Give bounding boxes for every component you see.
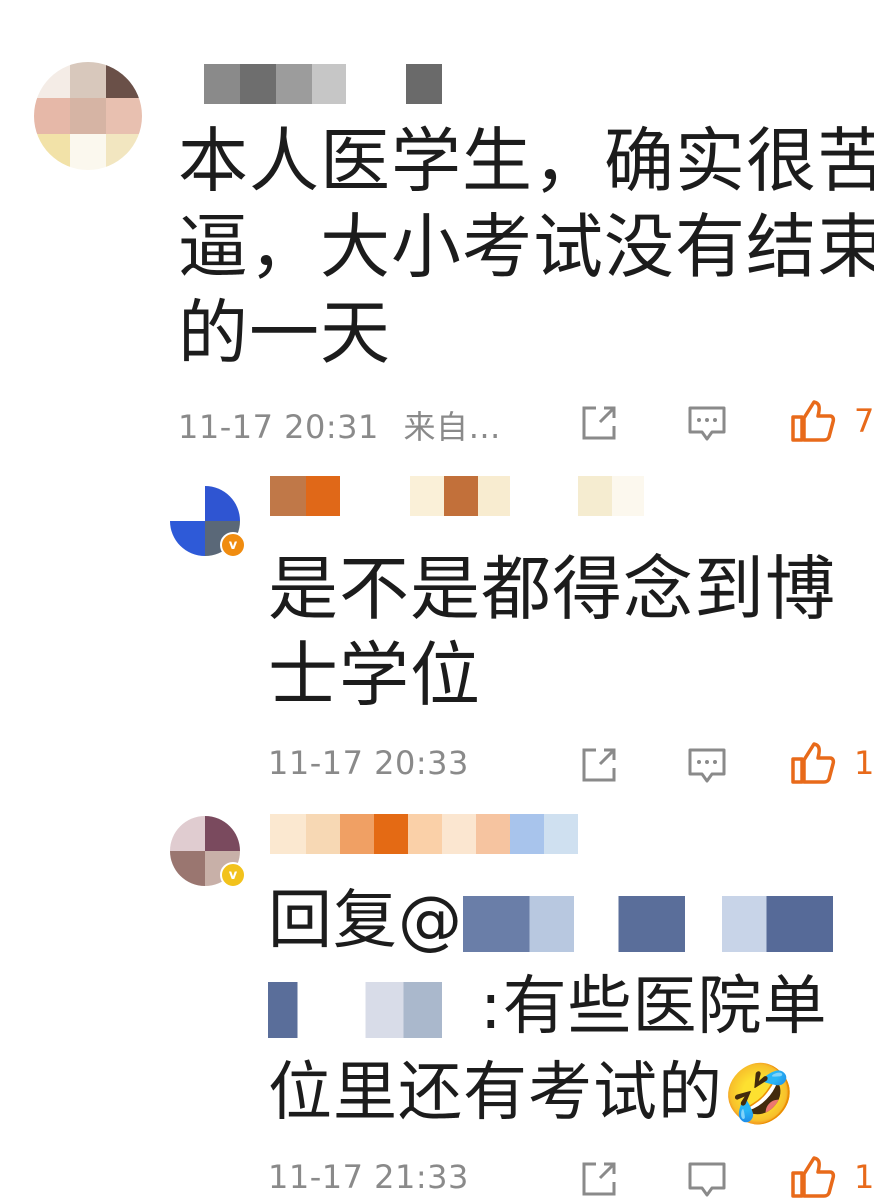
reply-timestamp: 11-17 20:33 (268, 744, 469, 782)
comment-line: 逼，大小考试没有结束 (178, 206, 874, 288)
comment-line: 士学位 (268, 634, 481, 716)
comment-timestamp: 11-17 20:31 来自… (178, 402, 501, 448)
share-icon[interactable] (578, 402, 620, 444)
comment-line: 本人医学生，确实很苦 (178, 120, 874, 202)
username-redacted[interactable] (270, 476, 650, 516)
reply-text: 是不是都得念到博 士学位 (268, 546, 836, 718)
laughing-emoji-icon: 🤣 (723, 1060, 797, 1128)
like-count: 1 (854, 744, 874, 782)
mention-redacted[interactable] (463, 896, 833, 953)
avatar[interactable] (34, 62, 142, 170)
share-icon[interactable] (578, 1158, 620, 1200)
verified-badge-icon: v (220, 862, 246, 888)
source-label: 来自… (403, 408, 502, 446)
comment-line: 的一天 (178, 292, 391, 374)
comment-icon[interactable] (686, 744, 728, 786)
thumbs-up-icon[interactable] (790, 1154, 836, 1200)
verified-badge-icon: v (220, 532, 246, 558)
comment-icon[interactable] (686, 1158, 728, 1200)
comment-line: 是不是都得念到博 (268, 548, 836, 630)
username-redacted[interactable] (178, 64, 448, 104)
thumbs-up-icon[interactable] (790, 740, 836, 786)
comment-icon[interactable] (686, 402, 728, 444)
username-redacted[interactable] (270, 814, 620, 854)
comment-text: 本人医学生，确实很苦 逼，大小考试没有结束 的一天 (178, 118, 874, 376)
comment-line: :有些医院单 (268, 964, 833, 1050)
comment-line: 位里还有考试的🤣 (268, 1056, 797, 1130)
thumbs-up-icon[interactable] (790, 398, 836, 444)
reply-text: 回复@ :有些医院单 位里还有考试的🤣 (268, 878, 833, 1137)
reply-timestamp: 11-17 21:33 (268, 1158, 469, 1196)
like-count: 7 (854, 402, 874, 440)
timestamp: 11-17 20:31 (178, 408, 379, 446)
like-count: 1 (854, 1158, 874, 1196)
comment-line: 回复@ (268, 878, 833, 964)
share-icon[interactable] (578, 744, 620, 786)
mention-redacted[interactable] (268, 982, 480, 1039)
